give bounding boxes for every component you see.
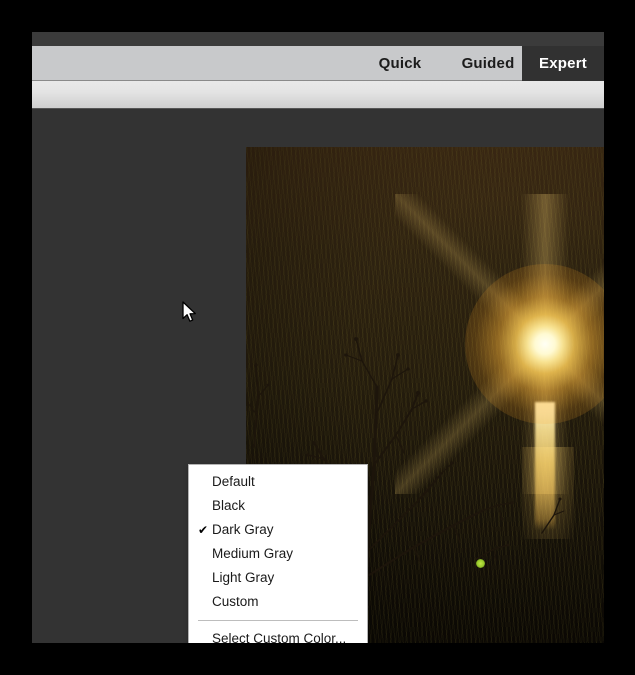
menu-item-custom[interactable]: Custom <box>189 590 367 614</box>
menu-item-light-gray[interactable]: Light Gray <box>189 566 367 590</box>
tab-guided[interactable]: Guided <box>447 46 529 81</box>
menu-separator <box>198 620 358 621</box>
menu-item-label: Select Custom Color... <box>212 631 347 643</box>
menu-item-dark-gray[interactable]: ✔ Dark Gray <box>189 518 367 542</box>
menu-item-label: Custom <box>212 594 259 609</box>
menu-item-label: Default <box>212 474 255 489</box>
tab-expert[interactable]: Expert <box>522 46 604 81</box>
menu-item-default[interactable]: Default <box>189 470 367 494</box>
menu-item-label: Light Gray <box>212 570 275 585</box>
menu-item-label: Black <box>212 498 246 513</box>
menu-item-black[interactable]: Black <box>189 494 367 518</box>
desktop-backdrop: Quick Guided Expert Default Black ✔ Dark… <box>0 0 635 675</box>
editing-canvas[interactable]: Default Black ✔ Dark Gray Medium Gray Li… <box>32 109 604 643</box>
application-window: Quick Guided Expert Default Black ✔ Dark… <box>32 32 604 643</box>
menu-item-medium-gray[interactable]: Medium Gray <box>189 542 367 566</box>
options-bar[interactable] <box>32 81 604 109</box>
menu-item-label: Medium Gray <box>212 546 294 561</box>
mode-tab-bar: Quick Guided Expert <box>32 46 604 81</box>
canvas-background-color-menu[interactable]: Default Black ✔ Dark Gray Medium Gray Li… <box>188 464 368 643</box>
menu-item-select-custom-color[interactable]: Select Custom Color... <box>189 627 367 643</box>
checkmark-icon: ✔ <box>197 523 209 537</box>
window-title-strip <box>32 32 604 46</box>
menu-item-label: Dark Gray <box>212 522 274 537</box>
tab-quick[interactable]: Quick <box>362 46 438 81</box>
